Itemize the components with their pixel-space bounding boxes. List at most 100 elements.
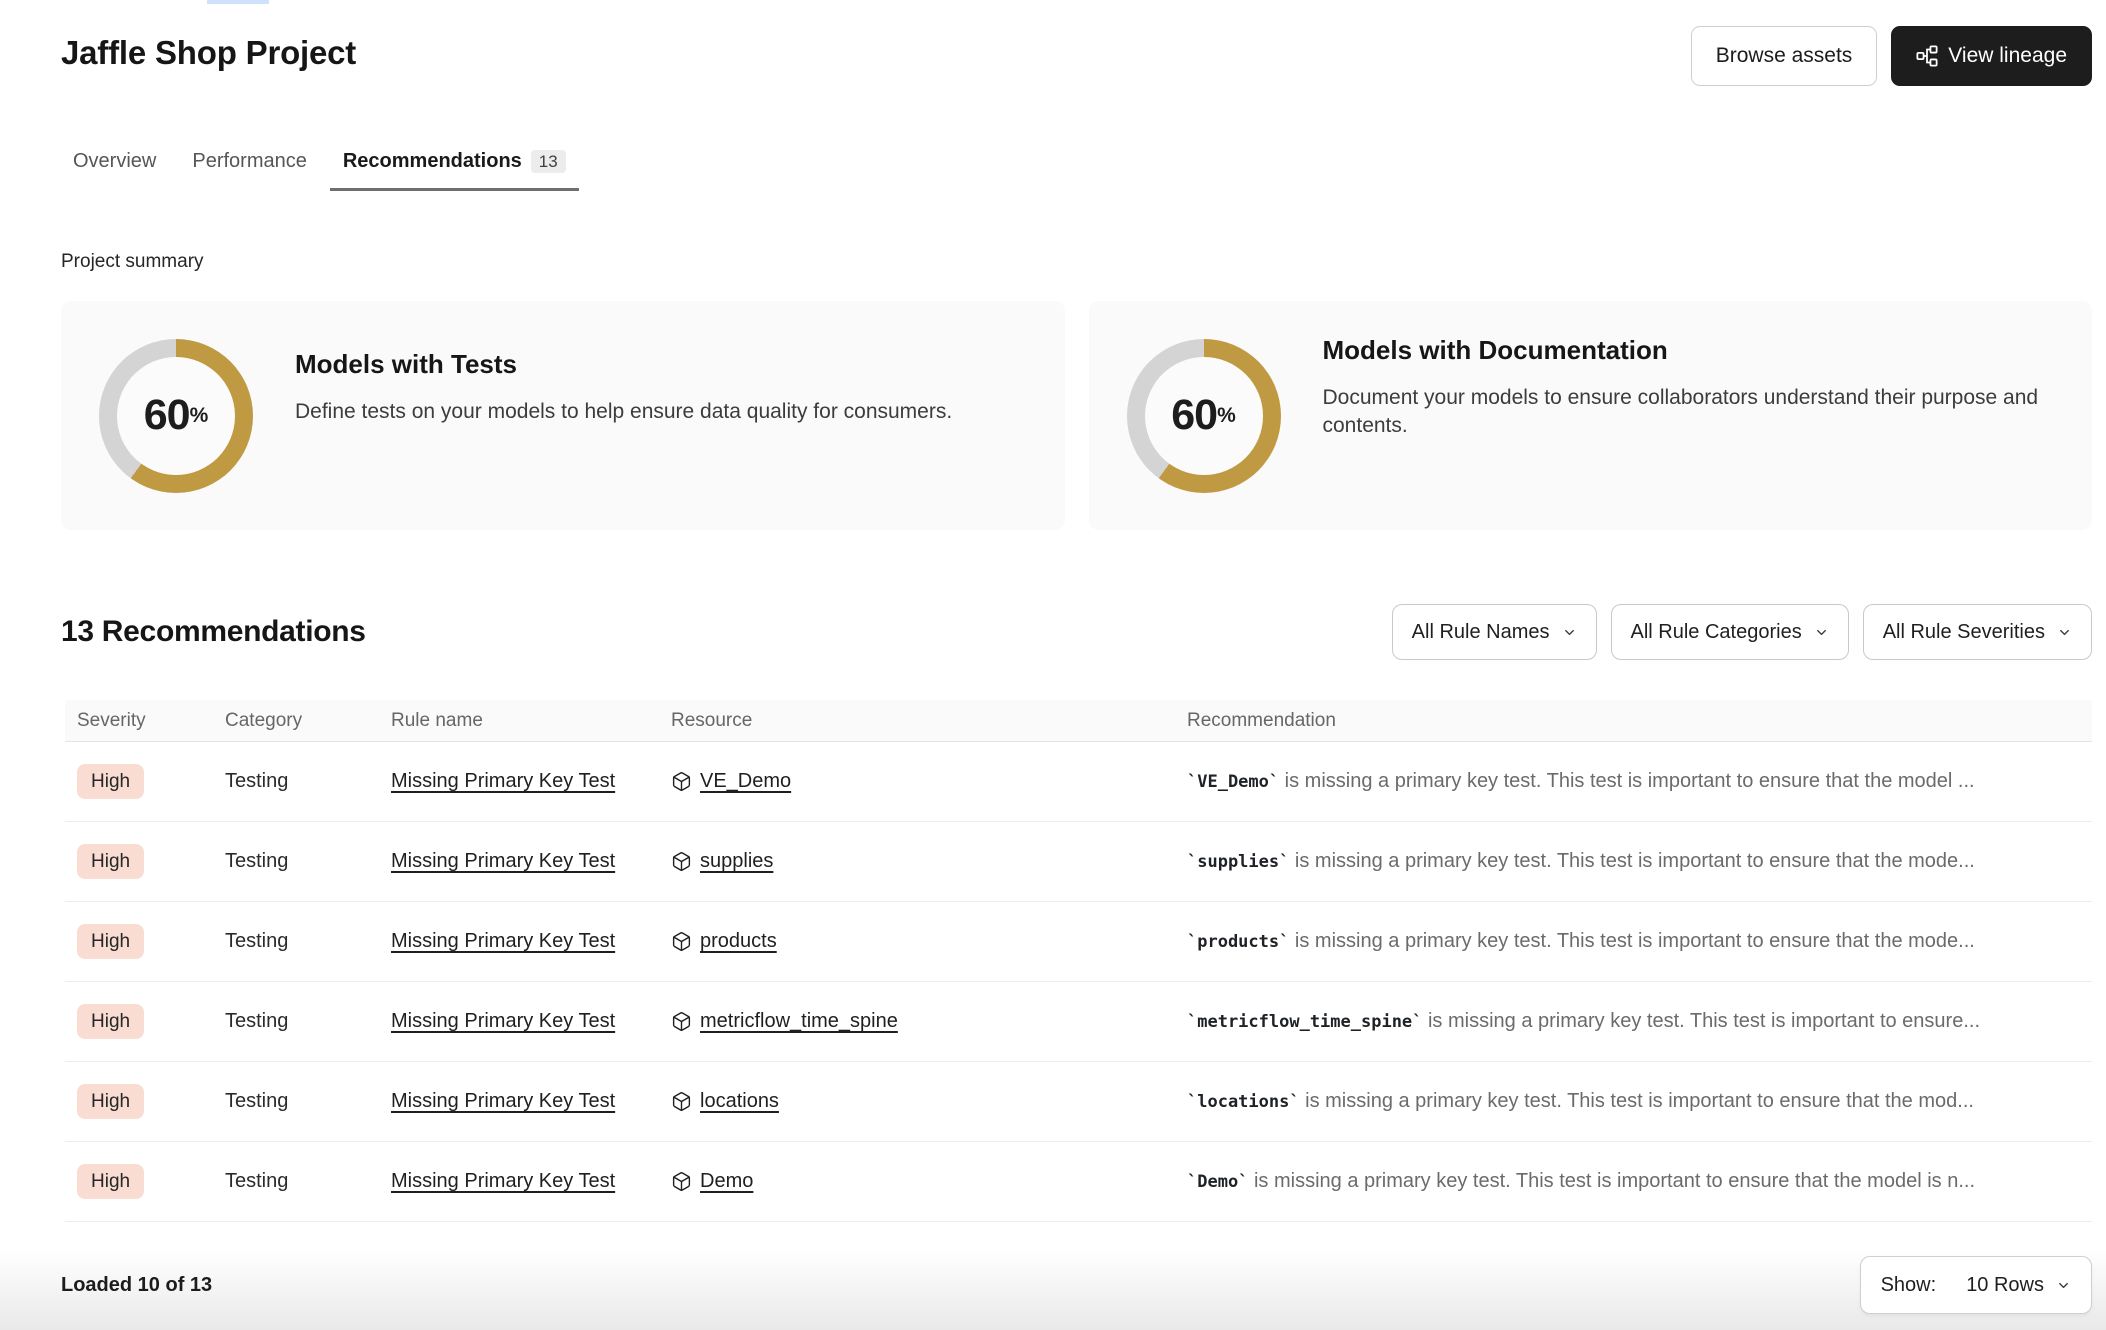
tab-performance-label: Performance <box>192 150 307 173</box>
column-header-rule-name: Rule name <box>391 710 671 732</box>
column-header-recommendation: Recommendation <box>1187 710 2092 732</box>
summary-cards: 60% Models with Tests Define tests on yo… <box>61 301 2092 530</box>
category-cell: Testing <box>225 1010 391 1033</box>
rule-names-filter-dropdown[interactable]: All Rule Names <box>1392 604 1597 660</box>
tab-overview[interactable]: Overview <box>60 150 169 191</box>
card-title: Models with Tests <box>295 349 952 380</box>
resource-link[interactable]: Demo <box>700 1170 753 1193</box>
tab-recommendations[interactable]: Recommendations 13 <box>330 150 579 191</box>
recommendation-cell: `locations` is missing a primary key tes… <box>1187 1090 2092 1113</box>
recommendation-cell: `metricflow_time_spine` is missing a pri… <box>1187 1010 2092 1033</box>
column-header-category: Category <box>225 710 391 732</box>
table-row: High Testing Missing Primary Key Test lo… <box>65 1062 2092 1142</box>
severity-badge: High <box>77 764 144 799</box>
rule-name-link[interactable]: Missing Primary Key Test <box>391 850 615 872</box>
rule-categories-filter-label: All Rule Categories <box>1631 621 1802 644</box>
severity-badge: High <box>77 1004 144 1039</box>
category-cell: Testing <box>225 930 391 953</box>
table-body: High Testing Missing Primary Key Test VE… <box>65 742 2092 1222</box>
model-cube-icon <box>671 1171 692 1192</box>
recommendation-code: `products` <box>1187 932 1289 952</box>
model-cube-icon <box>671 851 692 872</box>
recommendation-text: is missing a primary key test. This test… <box>1289 850 1974 872</box>
rule-name-link[interactable]: Missing Primary Key Test <box>391 1010 615 1032</box>
page-header: Jaffle Shop Project Browse assets View l… <box>0 0 2106 86</box>
rule-names-filter-label: All Rule Names <box>1412 621 1550 644</box>
recommendation-cell: `Demo` is missing a primary key test. Th… <box>1187 1170 2092 1193</box>
rule-name-link[interactable]: Missing Primary Key Test <box>391 1170 615 1192</box>
table-row: High Testing Missing Primary Key Test me… <box>65 982 2092 1062</box>
rule-name-link[interactable]: Missing Primary Key Test <box>391 930 615 952</box>
recommendations-heading: 13 Recommendations <box>61 615 366 649</box>
severity-badge: High <box>77 1164 144 1199</box>
rows-per-page-dropdown[interactable]: Show: 10 Rows <box>1860 1256 2092 1314</box>
browse-assets-label: Browse assets <box>1716 44 1853 68</box>
model-cube-icon <box>671 771 692 792</box>
severity-badge: High <box>77 844 144 879</box>
loaded-count-label: Loaded 10 of 13 <box>61 1274 212 1297</box>
browse-assets-button[interactable]: Browse assets <box>1691 26 1878 86</box>
view-lineage-button[interactable]: View lineage <box>1891 26 2092 86</box>
severity-badge: High <box>77 1084 144 1119</box>
view-lineage-label: View lineage <box>1948 44 2067 68</box>
resource-link[interactable]: products <box>700 930 777 953</box>
project-summary-label: Project summary <box>61 251 2106 273</box>
models-with-documentation-card: 60% Models with Documentation Document y… <box>1089 301 2093 530</box>
recommendation-text: is missing a primary key test. This test… <box>1248 1170 1975 1192</box>
resource-link[interactable]: locations <box>700 1090 779 1113</box>
resource-link[interactable]: metricflow_time_spine <box>700 1010 898 1033</box>
recommendation-cell: `VE_Demo` is missing a primary key test.… <box>1187 770 2092 793</box>
recommendation-code: `Demo` <box>1187 1172 1248 1192</box>
chevron-down-icon <box>1562 625 1577 640</box>
rule-severities-filter-label: All Rule Severities <box>1883 621 2045 644</box>
recommendation-text: is missing a primary key test. This test… <box>1422 1010 1980 1032</box>
show-label: Show: <box>1881 1274 1937 1297</box>
table-row: High Testing Missing Primary Key Test De… <box>65 1142 2092 1222</box>
resource-link[interactable]: VE_Demo <box>700 770 791 793</box>
rule-name-link[interactable]: Missing Primary Key Test <box>391 1090 615 1112</box>
table-row: High Testing Missing Primary Key Test VE… <box>65 742 2092 822</box>
recommendations-count-badge: 13 <box>531 150 566 173</box>
scrolled-element-remnant <box>207 0 269 4</box>
table-row: High Testing Missing Primary Key Test pr… <box>65 902 2092 982</box>
chevron-down-icon <box>1814 625 1829 640</box>
header-actions: Browse assets View lineage <box>1691 26 2092 86</box>
category-cell: Testing <box>225 1170 391 1193</box>
recommendation-code: `metricflow_time_spine` <box>1187 1012 1422 1032</box>
recommendation-code: `VE_Demo` <box>1187 772 1279 792</box>
table-header-row: Severity Category Rule name Resource Rec… <box>65 700 2092 742</box>
recommendations-table: Severity Category Rule name Resource Rec… <box>65 700 2092 1222</box>
category-cell: Testing <box>225 1090 391 1113</box>
rule-name-link[interactable]: Missing Primary Key Test <box>391 770 615 792</box>
column-header-severity: Severity <box>65 710 225 732</box>
filter-bar: All Rule Names All Rule Categories All R… <box>1392 604 2092 660</box>
tab-bar: Overview Performance Recommendations 13 <box>60 150 2092 191</box>
rule-severities-filter-dropdown[interactable]: All Rule Severities <box>1863 604 2092 660</box>
category-cell: Testing <box>225 850 391 873</box>
recommendations-header: 13 Recommendations All Rule Names All Ru… <box>0 604 2106 660</box>
card-title: Models with Documentation <box>1323 335 2055 366</box>
rule-categories-filter-dropdown[interactable]: All Rule Categories <box>1611 604 1849 660</box>
column-header-resource: Resource <box>671 710 1187 732</box>
recommendation-text: is missing a primary key test. This test… <box>1300 1090 1974 1112</box>
recommendation-code: `locations` <box>1187 1092 1300 1112</box>
card-description: Define tests on your models to help ensu… <box>295 398 952 426</box>
donut-chart: 60% <box>99 339 253 493</box>
chevron-down-icon <box>2057 625 2072 640</box>
lineage-graph-icon <box>1916 45 1938 67</box>
page-title: Jaffle Shop Project <box>61 26 356 72</box>
donut-percent-sign: % <box>1217 404 1236 428</box>
chevron-down-icon <box>2056 1278 2071 1293</box>
model-cube-icon <box>671 1011 692 1032</box>
tab-recommendations-label: Recommendations <box>343 150 522 173</box>
card-description: Document your models to ensure collabora… <box>1323 384 2055 441</box>
recommendation-cell: `supplies` is missing a primary key test… <box>1187 850 2092 873</box>
recommendation-text: is missing a primary key test. This test… <box>1279 770 1974 792</box>
category-cell: Testing <box>225 770 391 793</box>
tab-overview-label: Overview <box>73 150 156 173</box>
donut-percent-sign: % <box>190 404 209 428</box>
table-footer: Loaded 10 of 13 Show: 10 Rows <box>61 1256 2092 1314</box>
resource-link[interactable]: supplies <box>700 850 773 873</box>
tab-performance[interactable]: Performance <box>179 150 320 191</box>
model-cube-icon <box>671 1091 692 1112</box>
